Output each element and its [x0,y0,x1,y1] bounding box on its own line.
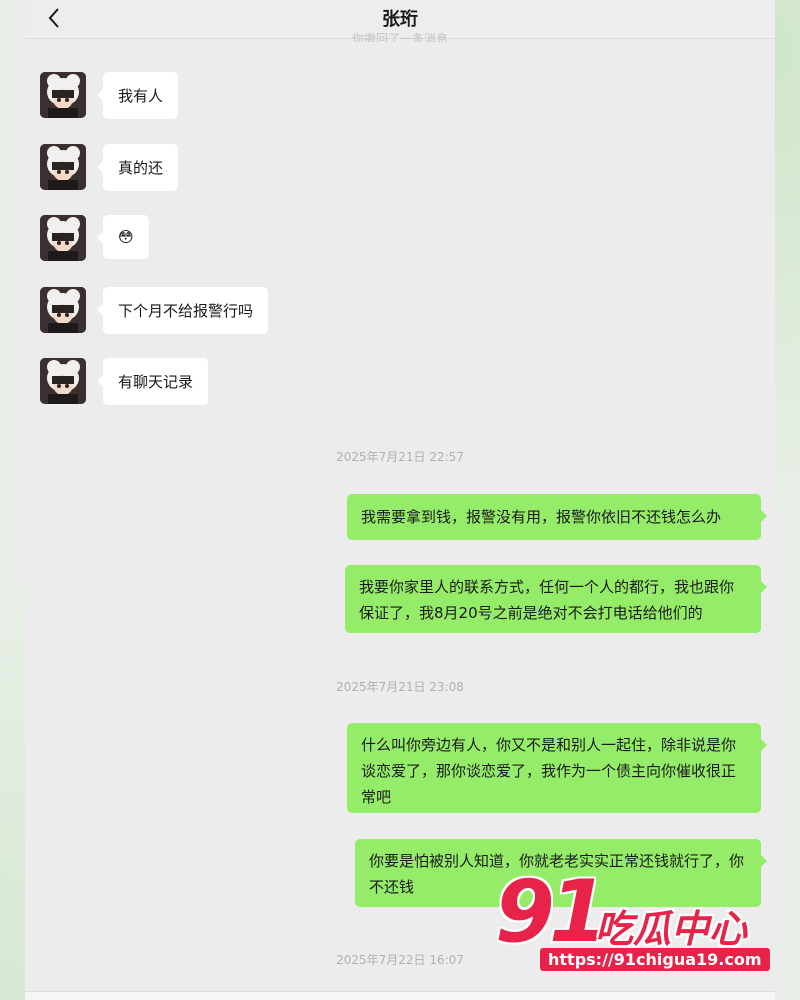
incoming-bubble-emoji[interactable]: 😳 [97,215,149,259]
outgoing-bubble[interactable]: 什么叫你旁边有人，你又不是和别人一起住，除非说是你谈恋爱了，那你谈恋爱了，我作为… [347,723,767,813]
outgoing-bubble[interactable]: 我要你家里人的联系方式，任何一个人的都行，我也跟你保证了，我8月20号之前是绝对… [345,565,767,633]
avatar[interactable] [40,144,86,190]
avatar[interactable] [40,358,86,404]
watermark-logo: 91 吃瓜中心 https://91chigua19.com [495,862,770,980]
avatar-bear-hood-icon [40,215,86,261]
avatar[interactable] [40,72,86,118]
avatar-bear-hood-icon [40,144,86,190]
contact-name: 张珩 [382,9,418,30]
incoming-bubble[interactable]: 真的还 [96,144,179,191]
avatar[interactable] [40,215,86,261]
input-bar[interactable] [25,991,775,1000]
watermark-url: https://91chigua19.com [540,948,770,971]
avatar-bear-hood-icon [40,358,86,404]
chat-header: 张珩 你撤回了一条消息 [25,0,775,42]
incoming-bubble[interactable]: 有聊天记录 [96,358,209,405]
timestamp: 2025年7月21日 23:08 [336,680,464,694]
outgoing-bubble[interactable]: 我需要拿到钱，报警没有用，报警你依旧不还钱怎么办 [347,494,767,540]
avatar-bear-hood-icon [40,287,86,333]
watermark-number: 91 [495,862,609,962]
avatar-bear-hood-icon [40,72,86,118]
avatar[interactable] [40,287,86,333]
watermark-brand: 吃瓜中心 [595,907,748,951]
recalled-notice: 你撤回了一条消息 [351,32,448,42]
incoming-bubble[interactable]: 我有人 [96,72,179,119]
timestamp: 2025年7月21日 22:57 [336,450,464,464]
chat-window: 张珩 你撤回了一条消息 我有人 真的还 😳 下个月不给报警行吗 有聊天记录 20… [25,0,775,1000]
incoming-bubble[interactable]: 下个月不给报警行吗 [96,287,269,334]
